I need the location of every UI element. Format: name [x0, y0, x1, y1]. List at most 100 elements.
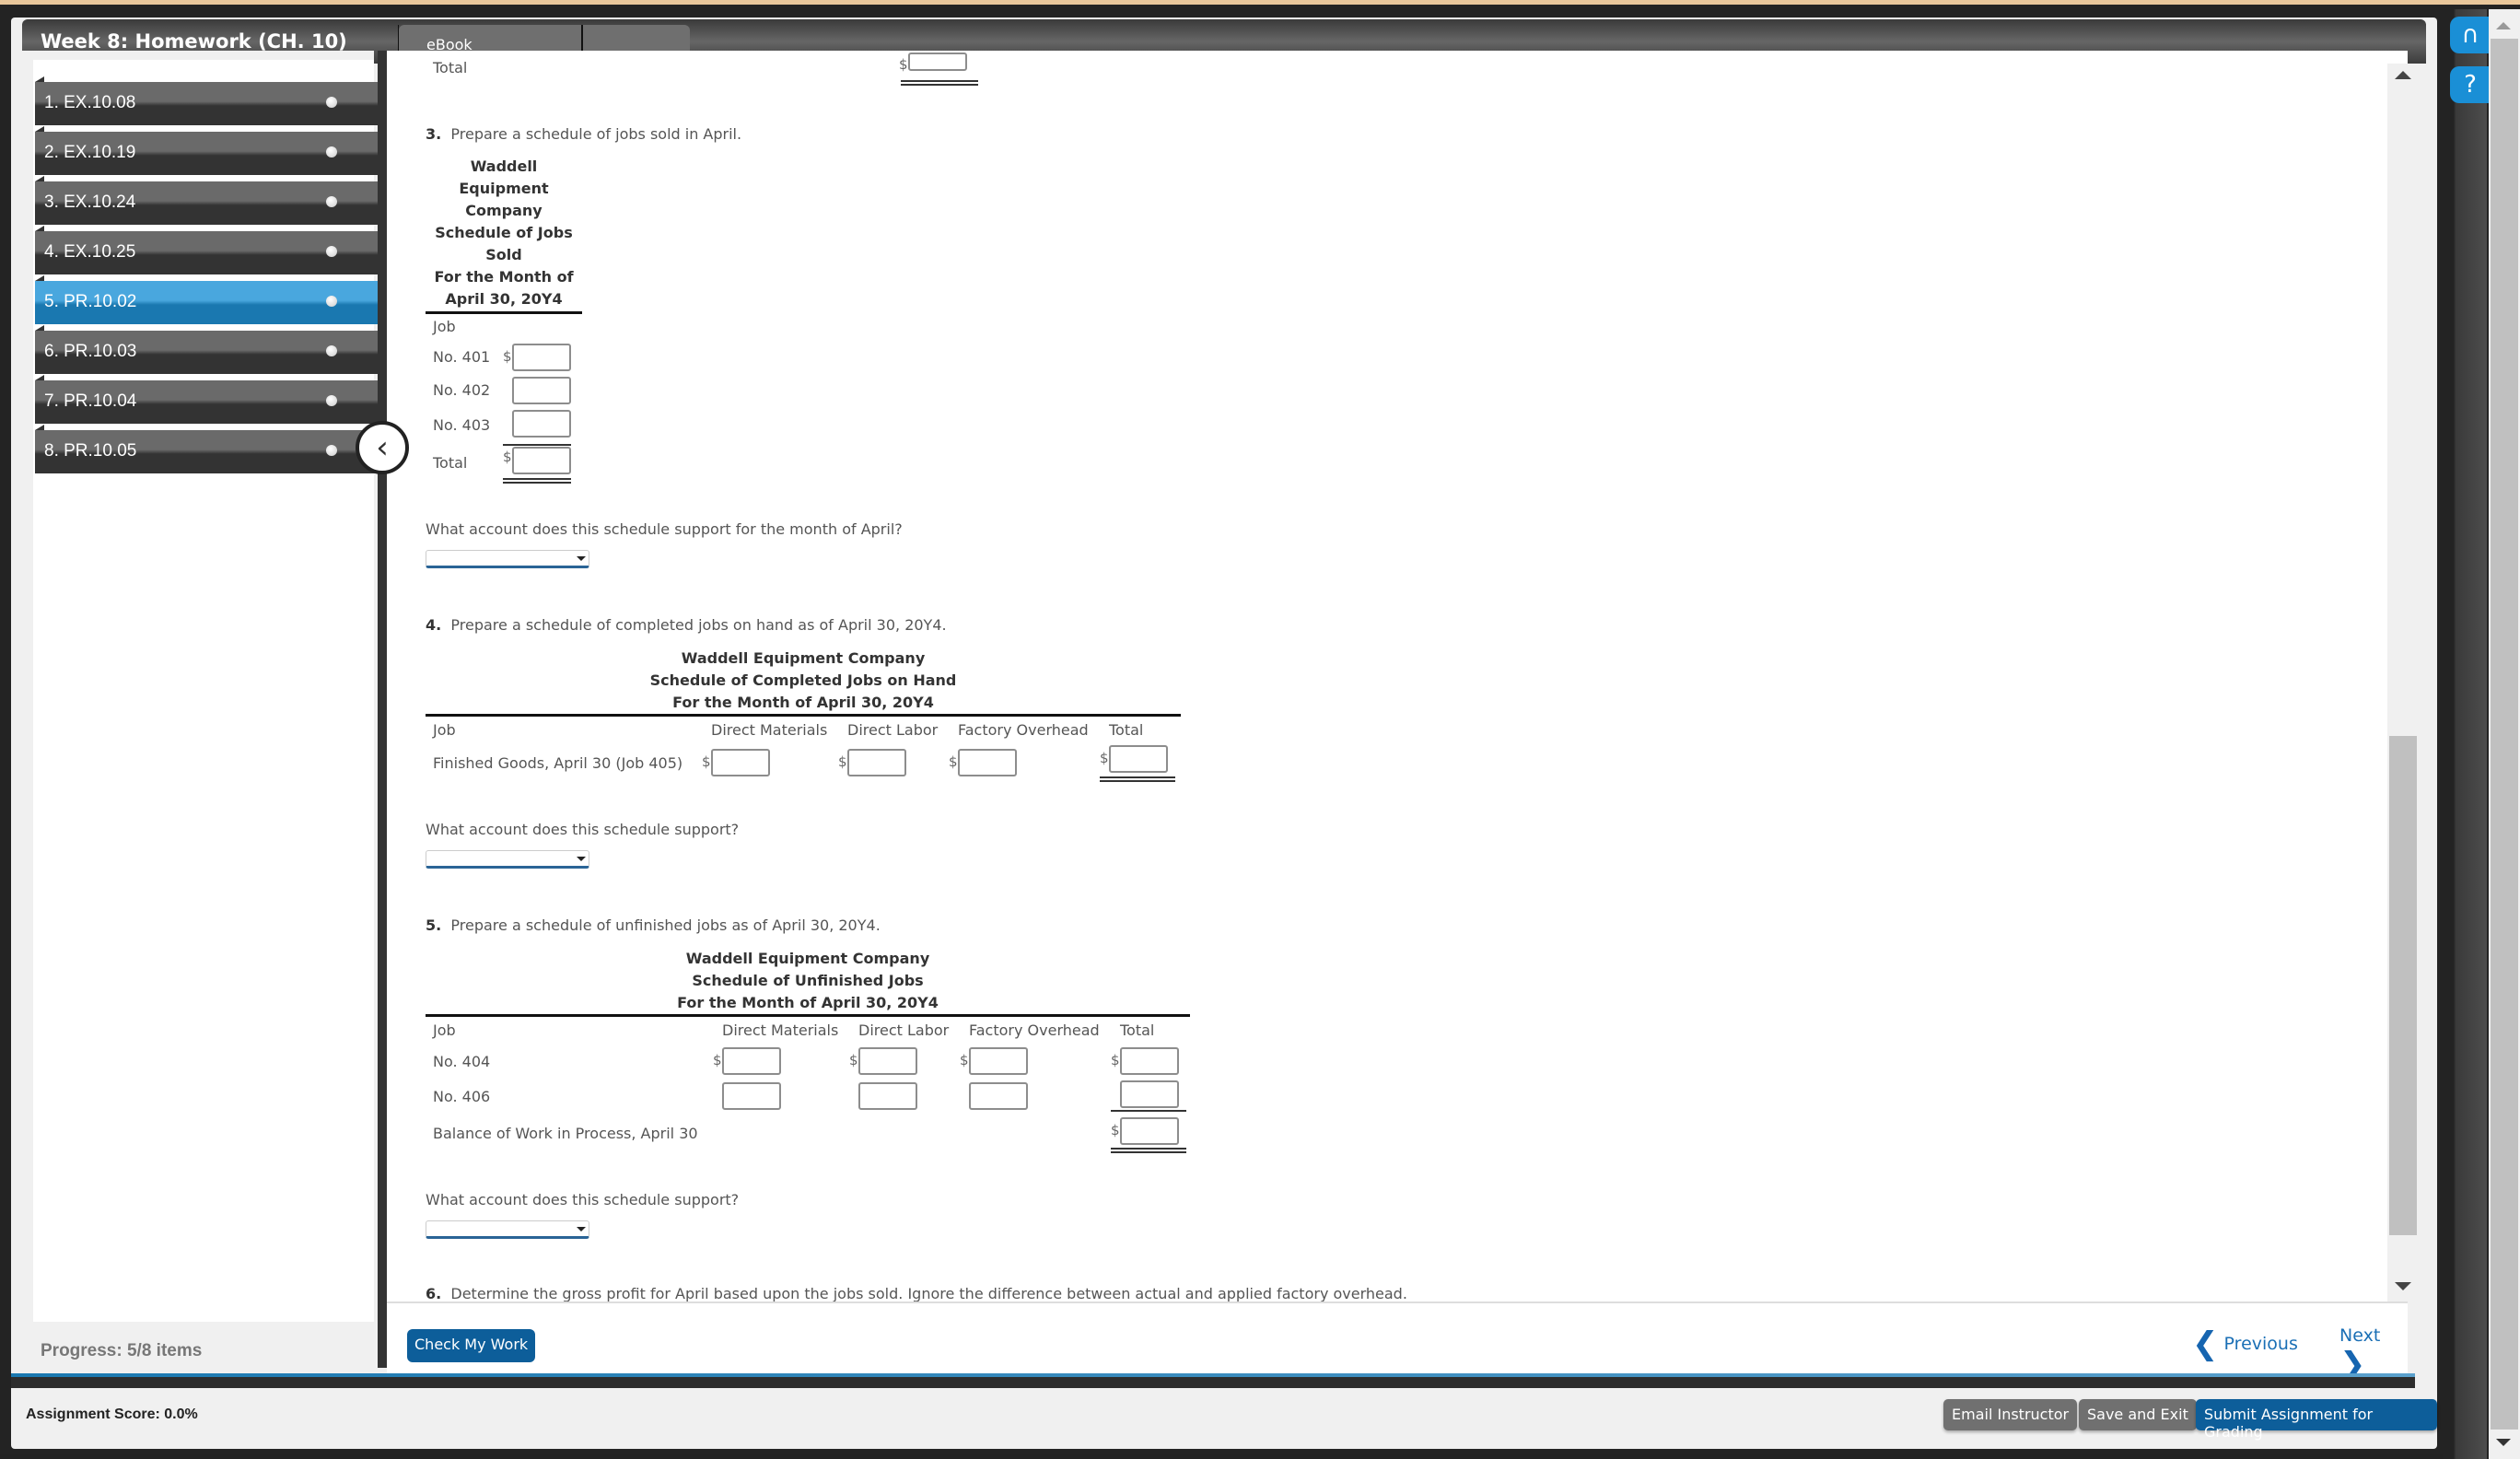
part3-account-select[interactable]	[426, 550, 589, 568]
check-my-work-button[interactable]: Check My Work	[407, 1329, 536, 1362]
dollar-sign: $	[849, 1052, 858, 1068]
col-job: Job	[433, 318, 456, 335]
fg-factory-overhead-input[interactable]	[958, 749, 1017, 776]
sidebar-item-ex-10-08[interactable]: 1. EX.10.08	[35, 76, 389, 125]
sidebar-item-ex-10-19[interactable]: 2. EX.10.19	[35, 126, 389, 175]
status-dot-icon	[326, 395, 337, 406]
dollar-sign: $	[899, 56, 908, 73]
job-406-direct-labor-input[interactable]	[858, 1082, 917, 1110]
part6-prompt: 6. Determine the gross profit for April …	[426, 1285, 1407, 1301]
sidebar-item-pr-10-04[interactable]: 7. PR.10.04	[35, 375, 389, 424]
col-job: Job	[433, 1021, 456, 1039]
scroll-thumb[interactable]	[2389, 736, 2417, 1235]
part4-question: What account does this schedule support?	[426, 821, 740, 838]
part4-heading: Waddell Equipment Company Schedule of Co…	[426, 648, 1181, 714]
fg-direct-labor-input[interactable]	[847, 749, 906, 776]
chevron-left-icon: ❮	[2192, 1325, 2219, 1362]
page-scrollbar[interactable]	[2489, 9, 2520, 1459]
status-dot-icon	[326, 246, 337, 257]
headset-icon[interactable]: ∩	[2450, 17, 2491, 53]
job-404-factory-overhead-input[interactable]	[969, 1047, 1028, 1075]
double-underline	[1111, 1148, 1186, 1153]
sidebar-item-label: 1. EX.10.08	[44, 93, 136, 112]
dollar-sign: $	[838, 753, 847, 770]
question-circle-icon[interactable]: ?	[2450, 66, 2491, 103]
part4-account-select[interactable]	[426, 850, 589, 869]
part3-question: What account does this schedule support …	[426, 520, 903, 538]
heading-line: Waddell Equipment Company	[681, 649, 926, 667]
job-406-total-input[interactable]	[1120, 1080, 1179, 1108]
job-406-factory-overhead-input[interactable]	[969, 1082, 1028, 1110]
submit-assignment-button[interactable]: Submit Assignment for Grading	[2196, 1399, 2437, 1441]
next-label: Next	[2339, 1325, 2381, 1346]
assignment-title: Week 8: Homework (CH. 10)	[41, 30, 347, 53]
app-frame: Week 8: Homework (CH. 10) eBook 1. EX.10…	[0, 0, 2520, 1459]
part3-prompt: 3. Prepare a schedule of jobs sold in Ap…	[426, 125, 741, 143]
sidebar-item-label: 4. EX.10.25	[44, 242, 136, 262]
job-404-total-input[interactable]	[1120, 1047, 1179, 1075]
prompt-text: Prepare a schedule of unfinished jobs as…	[450, 916, 881, 934]
heading-line: Waddell Equipment Company	[685, 950, 930, 967]
row-label: No. 403	[433, 416, 491, 434]
wip-balance-input[interactable]	[1120, 1117, 1179, 1145]
scroll-up-icon[interactable]	[2496, 22, 2511, 29]
fg-total-input[interactable]	[1109, 745, 1168, 773]
job-403-input[interactable]	[512, 410, 571, 438]
scroll-down-icon[interactable]	[2496, 1439, 2511, 1446]
jobs-sold-total-input[interactable]	[512, 447, 571, 474]
sidebar-item-label: 7. PR.10.04	[44, 391, 137, 411]
part-number: 3.	[426, 125, 442, 143]
scroll-up-icon[interactable]	[2395, 71, 2411, 79]
total-label: Total	[433, 454, 468, 472]
job-402-input[interactable]	[512, 377, 571, 404]
job-404-direct-labor-input[interactable]	[858, 1047, 917, 1075]
sidebar-item-ex-10-24[interactable]: 3. EX.10.24	[35, 176, 389, 225]
col-total: Total	[1109, 721, 1144, 739]
heading-line: For the Month of	[434, 268, 574, 286]
sidebar-item-pr-10-05[interactable]: 8. PR.10.05	[35, 425, 389, 473]
scroll-down-icon[interactable]	[2395, 1282, 2411, 1290]
job-401-input[interactable]	[512, 344, 571, 371]
dollar-sign: $	[503, 449, 512, 465]
status-dot-icon	[326, 146, 337, 158]
balance-label: Balance of Work in Process, April 30	[433, 1125, 698, 1142]
subtotal-rule	[1111, 1110, 1186, 1112]
email-instructor-button[interactable]: Email Instructor	[1943, 1399, 2078, 1430]
scroll-thumb[interactable]	[2491, 39, 2518, 1430]
status-dot-icon	[326, 296, 337, 307]
prev-total-input[interactable]	[908, 53, 967, 71]
prompt-text: Determine the gross profit for April bas…	[450, 1285, 1407, 1301]
part5-prompt: 5. Prepare a schedule of unfinished jobs…	[426, 916, 881, 934]
row-label: No. 402	[433, 381, 491, 399]
job-406-direct-materials-input[interactable]	[722, 1082, 781, 1110]
part5-account-select[interactable]	[426, 1220, 589, 1239]
divider	[11, 1377, 2415, 1388]
collapse-sidebar-button[interactable]: ‹	[356, 421, 409, 474]
sidebar-item-pr-10-02[interactable]: 5. PR.10.02	[35, 275, 389, 324]
job-404-direct-materials-input[interactable]	[722, 1047, 781, 1075]
content-scrollbar[interactable]	[2387, 64, 2419, 1301]
part5-question: What account does this schedule support?	[426, 1191, 740, 1208]
sidebar-item-ex-10-25[interactable]: 4. EX.10.25	[35, 226, 389, 274]
dollar-sign: $	[960, 1052, 969, 1068]
part3-heading: Waddell Equipment Company Schedule of Jo…	[426, 156, 582, 310]
assignment-footer: Assignment Score: 0.0% Email Instructor …	[11, 1388, 2437, 1443]
heading-rule	[426, 714, 1181, 717]
heading-line: Equipment	[459, 180, 549, 197]
assignment-score: Assignment Score: 0.0%	[26, 1406, 198, 1422]
col-direct-materials: Direct Materials	[711, 721, 828, 739]
subtotal-rule	[503, 444, 571, 446]
fg-direct-materials-input[interactable]	[711, 749, 770, 776]
progress-text: Progress: 5/8 items	[41, 1341, 203, 1360]
sidebar: 1. EX.10.08 2. EX.10.19 3. EX.10.24 4. E…	[11, 51, 389, 1340]
double-underline	[1100, 776, 1175, 782]
row-label: No. 406	[433, 1088, 491, 1105]
status-dot-icon	[326, 196, 337, 207]
save-and-exit-button[interactable]: Save and Exit	[2079, 1399, 2197, 1430]
part4-prompt: 4. Prepare a schedule of completed jobs …	[426, 616, 947, 634]
prompt-text: Prepare a schedule of completed jobs on …	[450, 616, 947, 634]
heading-line: April 30, 20Y4	[445, 290, 563, 308]
sidebar-item-pr-10-03[interactable]: 6. PR.10.03	[35, 325, 389, 374]
col-job: Job	[433, 721, 456, 739]
previous-button[interactable]: ❮ Previous	[2192, 1325, 2298, 1362]
